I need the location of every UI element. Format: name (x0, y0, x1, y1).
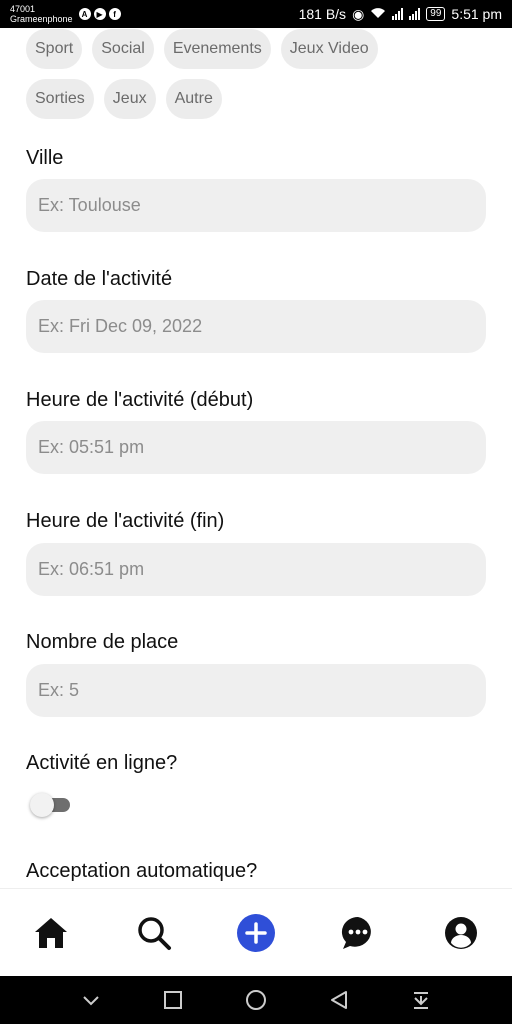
chat-icon (342, 916, 372, 949)
online-label: Activité en ligne? (26, 752, 178, 774)
battery-icon: 99 (426, 7, 446, 21)
nav-add-button[interactable] (231, 908, 281, 958)
carrier-info: 47001 Grameenphone (10, 4, 73, 24)
search-icon (137, 916, 171, 950)
nav-profile-button[interactable] (436, 908, 486, 958)
category-row-1: Sport Social Evenements Jeux Video (26, 29, 496, 69)
signal-icon (392, 8, 404, 20)
add-icon (236, 913, 275, 952)
nav-search-button[interactable] (129, 908, 179, 958)
chevron-down-icon[interactable] (81, 993, 101, 1007)
category-chip[interactable]: Autre (165, 79, 222, 119)
status-bar: 47001 Grameenphone A ▶ f 181 B/s ◉ 99 5:… (0, 0, 512, 28)
system-nav-bar (0, 976, 512, 1024)
facebook-icon: f (108, 8, 121, 20)
city-input[interactable] (26, 179, 486, 232)
city-label: Ville (26, 147, 64, 169)
carrier-code: 47001 (10, 4, 36, 14)
form-content[interactable]: Sport Social Evenements Jeux Video Sorti… (0, 28, 512, 888)
category-chip[interactable]: Jeux (103, 79, 156, 119)
seats-input[interactable] (26, 664, 486, 717)
home-icon (35, 917, 68, 948)
youtube-icon: ▶ (93, 8, 106, 20)
category-chip[interactable]: Sport (26, 29, 83, 69)
eye-icon: ◉ (352, 5, 365, 22)
clock: 5:51 pm (451, 6, 502, 22)
end-time-label: Heure de l'activité (fin) (26, 510, 225, 532)
date-input[interactable] (26, 300, 486, 353)
bottom-nav (0, 888, 512, 976)
category-chip[interactable]: Evenements (163, 29, 271, 69)
recents-icon[interactable] (163, 990, 183, 1010)
back-icon[interactable] (329, 990, 349, 1010)
home-circle-icon[interactable] (245, 989, 267, 1011)
notification-icons: A ▶ f (78, 8, 121, 20)
end-time-input[interactable] (26, 543, 486, 596)
nav-home-button[interactable] (26, 908, 76, 958)
profile-icon (444, 916, 477, 949)
category-row-2: Sorties Jeux Autre (26, 79, 496, 119)
net-speed: 181 B/s (298, 6, 347, 22)
online-toggle[interactable] (30, 793, 70, 817)
start-time-label: Heure de l'activité (début) (26, 389, 254, 411)
notification-pull-icon[interactable] (411, 990, 431, 1010)
seats-label: Nombre de place (26, 631, 179, 653)
start-time-input[interactable] (26, 421, 486, 474)
date-label: Date de l'activité (26, 268, 173, 290)
carrier-name: Grameenphone (10, 14, 73, 24)
nav-chat-button[interactable] (333, 908, 383, 958)
app-a-icon: A (78, 8, 91, 20)
category-chip[interactable]: Jeux Video (280, 29, 378, 69)
category-chip[interactable]: Social (92, 29, 154, 69)
category-chips: Sport Social Evenements Jeux Video Sorti… (26, 29, 496, 129)
signal-icon-2 (409, 8, 421, 20)
toggle-knob (30, 793, 54, 817)
auto-accept-label: Acceptation automatique? (26, 860, 258, 882)
category-chip[interactable]: Sorties (26, 79, 94, 119)
wifi-icon (370, 6, 386, 22)
status-right: 181 B/s ◉ 99 5:51 pm (299, 6, 502, 23)
